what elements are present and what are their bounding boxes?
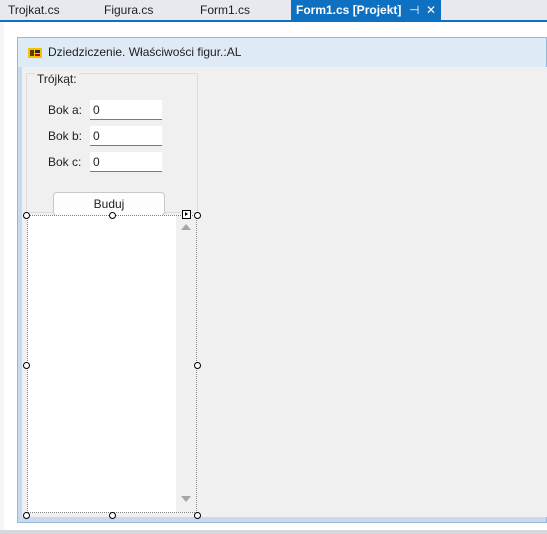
resize-handle-bottom-left[interactable] (23, 512, 30, 519)
side-b-input[interactable] (90, 126, 162, 146)
side-a-input[interactable] (90, 100, 162, 120)
tab-form1-designer[interactable]: Form1.cs [Projekt] ⊣ ✕ (291, 0, 441, 20)
tab-label: Form1.cs [Projekt] (296, 3, 402, 17)
tab-form1[interactable]: Form1.cs (200, 0, 250, 20)
side-c-input[interactable] (90, 152, 162, 172)
form-window[interactable]: Dziedziczenie. Właściwości figur.:AL Tró… (17, 37, 547, 523)
tab-label: Trojkat.cs (8, 3, 60, 17)
triangle-groupbox[interactable]: Trójkąt: Bok a: Bok b: Bok c: Buduj (26, 72, 198, 216)
smart-tag-arrow (185, 212, 188, 216)
close-icon[interactable]: ✕ (426, 0, 436, 20)
tab-label: Form1.cs (200, 3, 251, 17)
scroll-down-icon[interactable] (181, 496, 191, 502)
side-c-label: Bok c: (48, 155, 82, 169)
tab-label: Figura.cs (104, 3, 154, 17)
shapes-listbox[interactable] (27, 215, 197, 513)
resize-handle-top-right[interactable] (194, 212, 201, 219)
app-icon (28, 48, 42, 58)
resize-handle-right[interactable] (194, 362, 201, 369)
listbox-scrollbar[interactable] (176, 216, 196, 512)
resize-handle-top[interactable] (109, 212, 116, 219)
resize-handle-bottom[interactable] (109, 512, 116, 519)
resize-handle-bottom-right[interactable] (194, 512, 201, 519)
document-tab-strip: Trojkat.cs Figura.cs Form1.cs Form1.cs [… (0, 0, 547, 22)
designer-bottom-border (0, 530, 547, 534)
pin-icon[interactable]: ⊣ (409, 0, 419, 20)
scroll-up-icon[interactable] (181, 224, 191, 230)
tab-trojkat[interactable]: Trojkat.cs (8, 0, 60, 20)
resize-handle-top-left[interactable] (23, 212, 30, 219)
side-a-label: Bok a: (48, 103, 83, 117)
tab-figura[interactable]: Figura.cs (104, 0, 153, 20)
form-client-area: Trójkąt: Bok a: Bok b: Bok c: Buduj (22, 67, 547, 517)
resize-handle-left[interactable] (23, 362, 30, 369)
designer-margin (0, 22, 4, 534)
side-b-label: Bok b: (48, 129, 83, 143)
smart-tag-icon[interactable] (182, 210, 191, 219)
groupbox-label: Trójkąt: (35, 72, 79, 86)
form-title: Dziedziczenie. Właściwości figur.:AL (48, 45, 242, 59)
form-titlebar: Dziedziczenie. Właściwości figur.:AL (18, 38, 546, 67)
